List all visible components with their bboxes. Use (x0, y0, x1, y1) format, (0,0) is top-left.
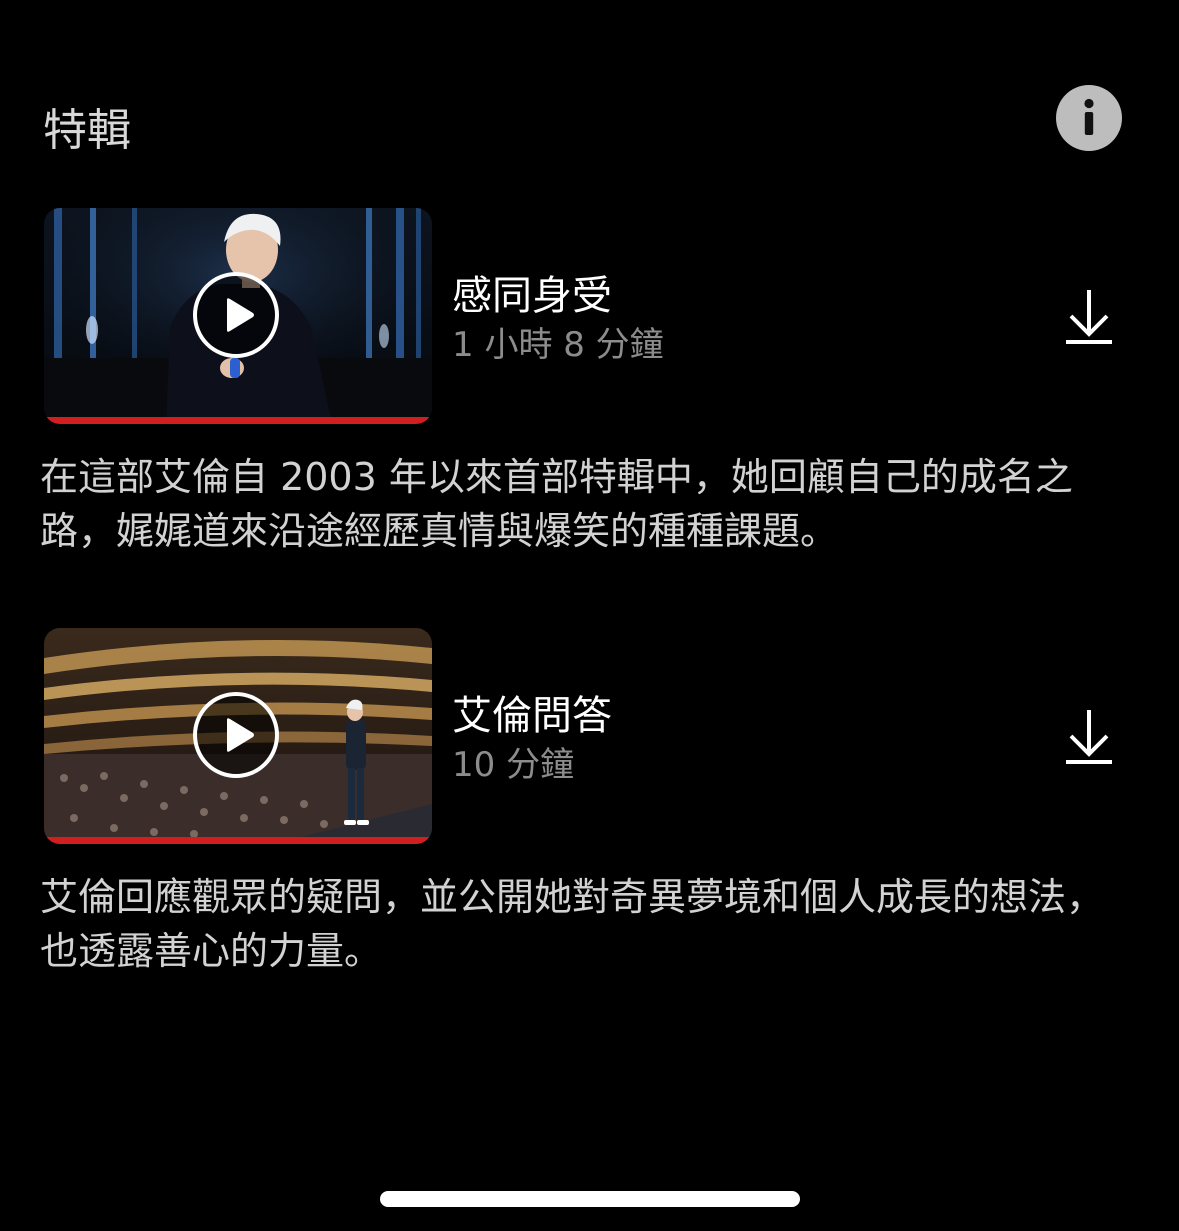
episode-duration: 10 分鐘 (452, 745, 575, 785)
watch-progress-bar (44, 417, 432, 424)
episode-description: 在這部艾倫自 2003 年以來首部特輯中，她回顧自己的成名之路，娓娓道來沿途經歷… (40, 455, 1073, 553)
info-icon (1084, 98, 1094, 135)
download-icon[interactable] (1060, 286, 1118, 352)
watch-progress-bar (44, 837, 432, 844)
download-icon[interactable] (1060, 706, 1118, 772)
section-title: 特輯 (43, 105, 131, 156)
episode-duration: 1 小時 8 分鐘 (452, 325, 664, 365)
episode-thumbnail[interactable] (44, 208, 432, 424)
episode-thumbnail[interactable] (44, 628, 432, 844)
episode-title: 感同身受 (452, 273, 612, 319)
home-indicator[interactable] (380, 1191, 800, 1207)
play-icon[interactable] (192, 271, 280, 359)
episode-description: 艾倫回應觀眾的疑問，並公開她對奇異夢境和個人成長的想法，也透露善心的力量。 (40, 875, 1105, 973)
play-icon[interactable] (192, 691, 280, 779)
info-button[interactable] (1056, 85, 1122, 151)
episode-title: 艾倫問答 (452, 693, 612, 739)
